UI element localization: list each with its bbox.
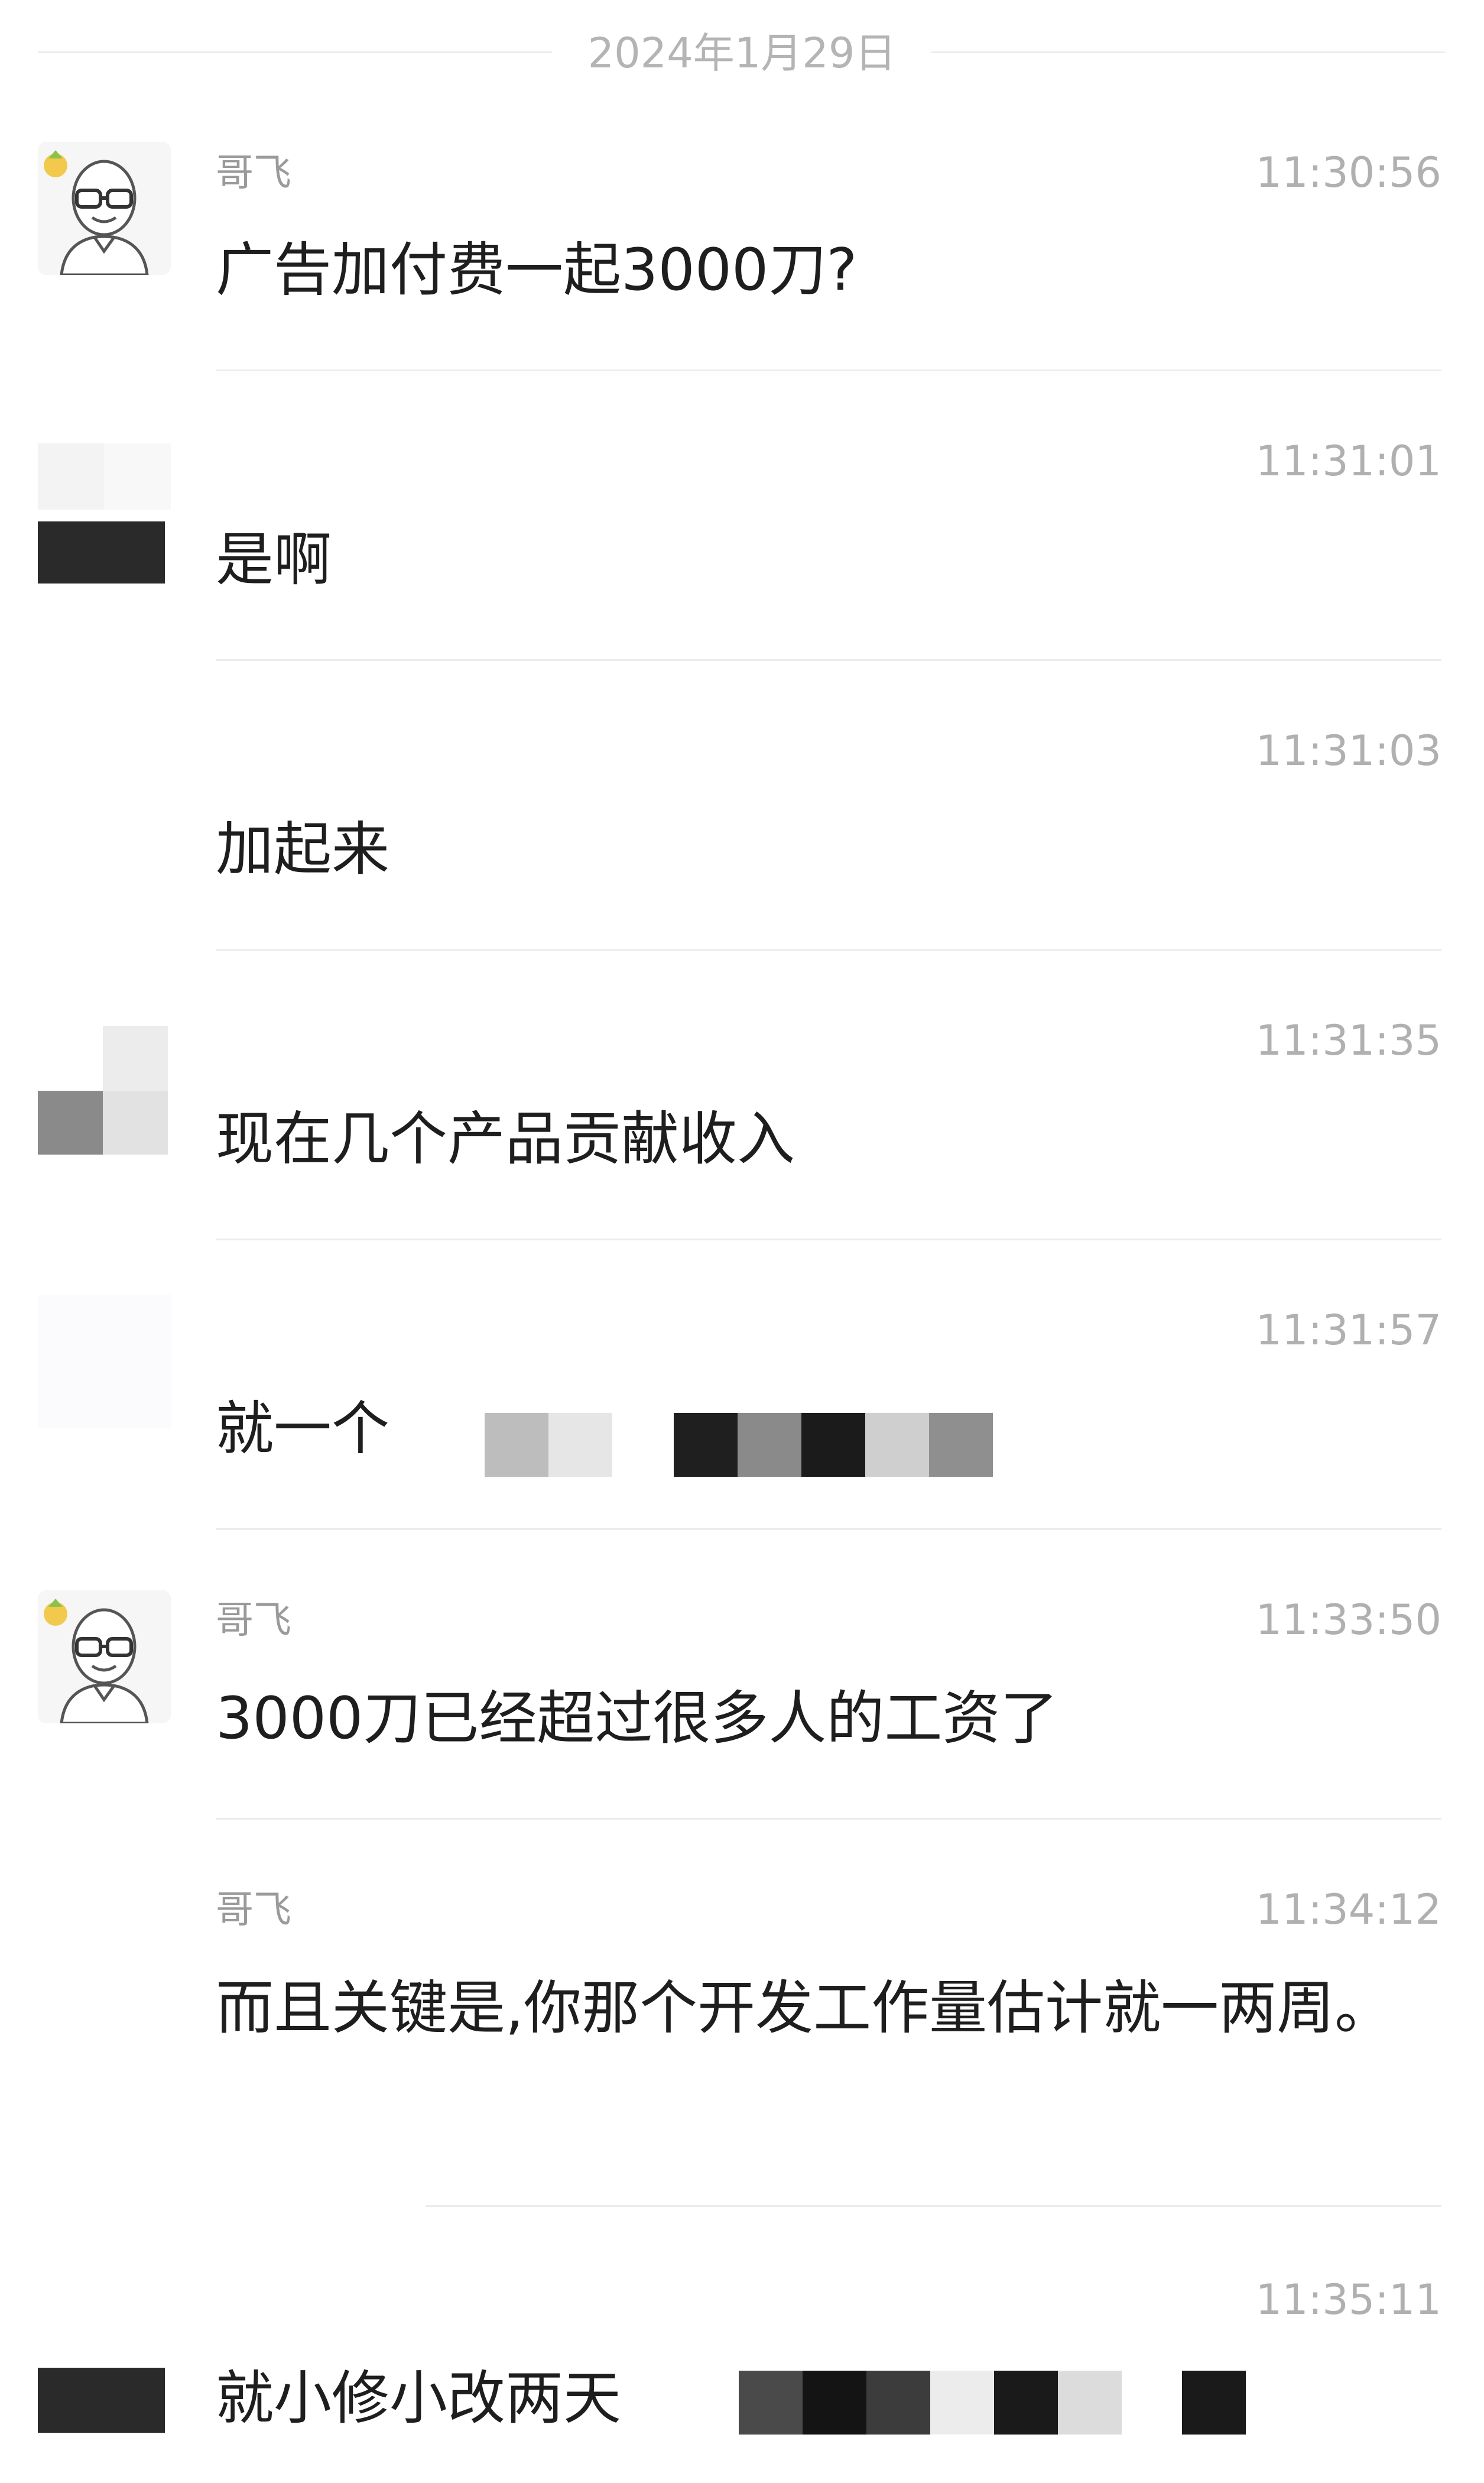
date-separator: 2024年1月29日 [0, 24, 1484, 83]
message-text: 广告加付费一起3000刀? [216, 236, 858, 304]
message-divider [216, 1239, 1441, 1240]
message-divider [216, 659, 1441, 661]
message-time: 11:33:50 [1255, 1596, 1441, 1644]
avatar[interactable] [38, 1590, 171, 1723]
avatar-pixelated[interactable] [38, 1295, 171, 1428]
message-time: 11:30:56 [1255, 148, 1441, 197]
sender-name: 哥飞 [216, 1599, 291, 1642]
message-text: 加起来 [216, 816, 390, 883]
message-divider [216, 369, 1441, 371]
date-separator-line-right [931, 51, 1445, 53]
message-time: 11:31:35 [1255, 1016, 1441, 1065]
message-time: 11:31:03 [1255, 727, 1441, 775]
message-text: 而且关键是,你那个开发工作量估计就一两周。 [216, 1975, 1393, 2042]
bald-man-glasses-icon [38, 142, 171, 275]
sender-name: 哥飞 [216, 151, 291, 195]
date-separator-label: 2024年1月29日 [587, 29, 897, 77]
message-time: 11:31:57 [1255, 1306, 1441, 1354]
message-time: 11:31:01 [1255, 437, 1441, 485]
sender-name: 哥飞 [216, 1888, 291, 1932]
message-text: 现在几个产品贡献收入 [216, 1106, 795, 1173]
avatar[interactable] [38, 142, 171, 275]
bald-man-glasses-icon [38, 1590, 171, 1723]
message-divider [216, 1818, 1441, 1820]
redacted-block [739, 2371, 1122, 2435]
message-time: 11:35:11 [1255, 2275, 1441, 2324]
message-text: 3000刀已经超过很多人的工资了 [216, 1685, 1058, 1752]
avatar-pixelated[interactable] [38, 1026, 171, 1159]
redacted-block [674, 1413, 993, 1477]
message-time: 11:34:12 [1255, 1885, 1441, 1934]
message-divider [216, 1528, 1441, 1530]
avatar-pixelated[interactable] [38, 2306, 171, 2439]
message-divider [216, 949, 1441, 951]
avatar-pixelated[interactable] [38, 443, 171, 584]
redacted-block [485, 1413, 612, 1477]
redacted-block [1182, 2371, 1246, 2435]
message-text: 是啊 [216, 526, 332, 594]
message-divider [426, 2205, 1441, 2207]
